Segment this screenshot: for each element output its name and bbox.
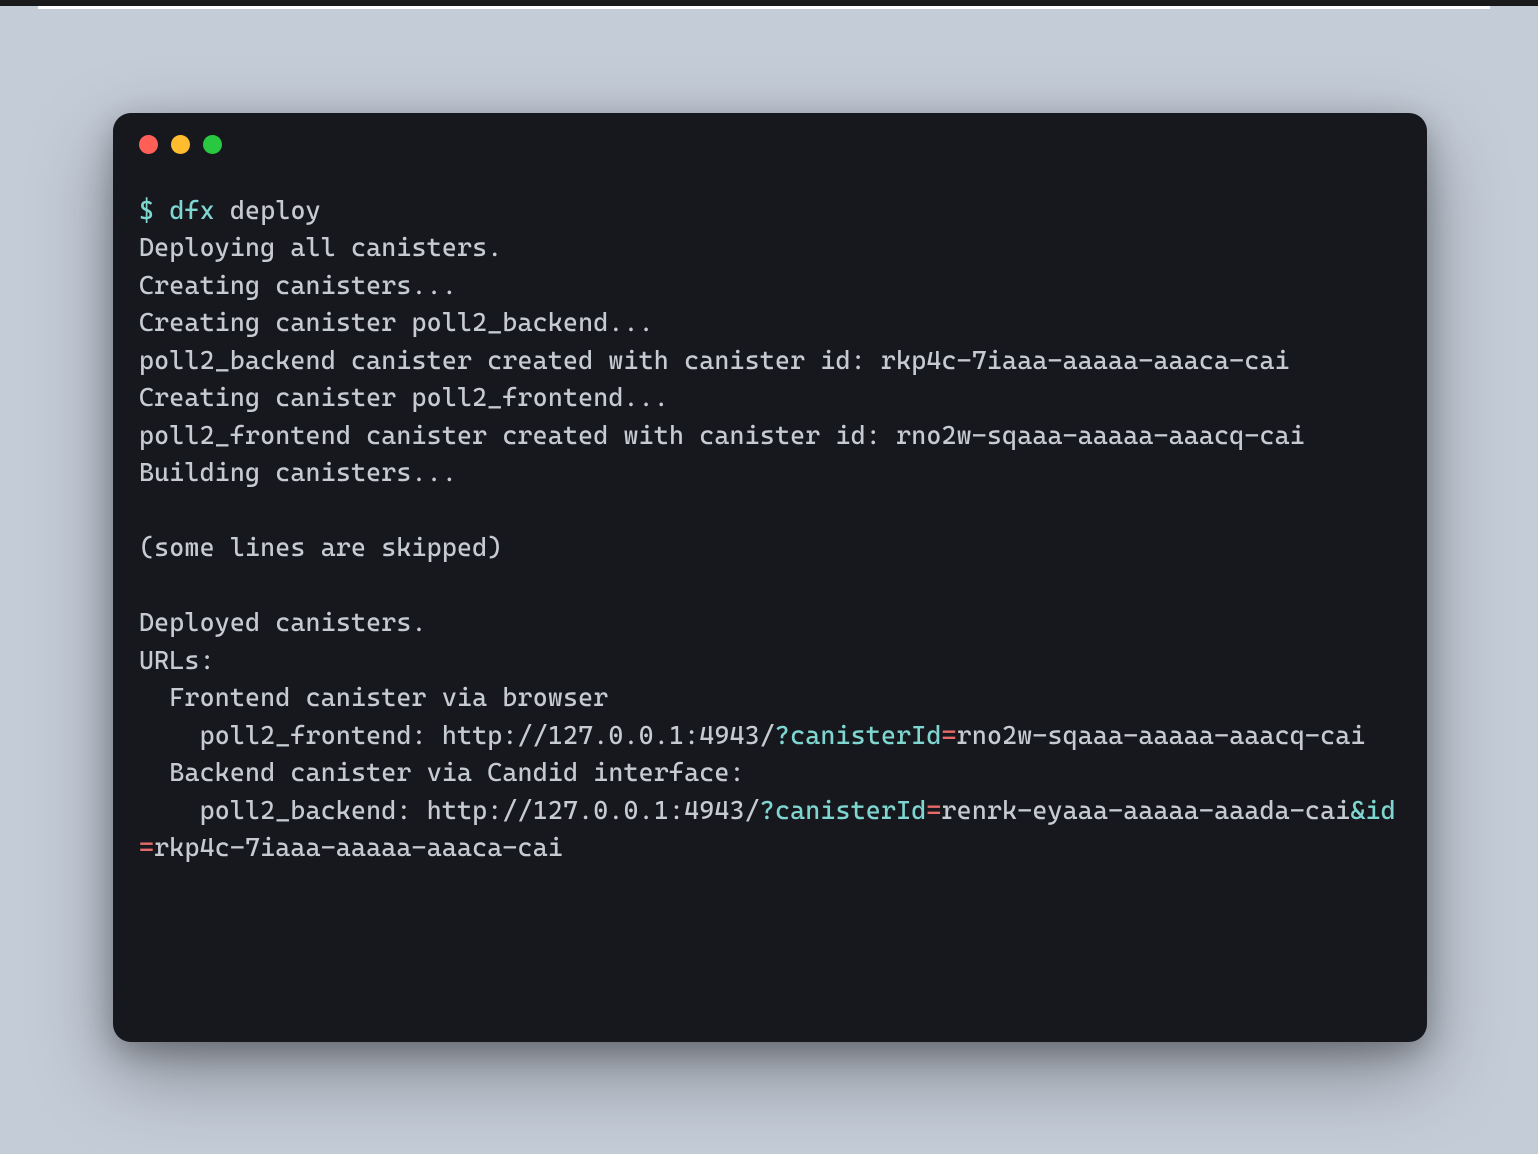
output-line: Creating canister poll2_backend... <box>139 307 654 337</box>
url-query-key: id <box>1366 795 1396 825</box>
output-line: Building canisters... <box>139 457 457 487</box>
url-prefix: poll2_backend: http://127.0.0.1:4943/ <box>139 795 760 825</box>
output-line: poll2_frontend canister created with can… <box>139 420 1305 450</box>
url-value: rkp4c-7iaaa-aaaaa-aaaca-cai <box>154 832 563 862</box>
url-prefix: poll2_frontend: http://127.0.0.1:4943/ <box>139 720 775 750</box>
output-line: Creating canisters... <box>139 270 457 300</box>
url-query-key: ?canisterId <box>775 720 942 750</box>
url-equals: = <box>926 795 941 825</box>
output-line: Backend canister via Candid interface: <box>139 757 745 787</box>
maximize-icon[interactable] <box>203 135 222 154</box>
url-query-key: ?canisterId <box>760 795 927 825</box>
output-line: (some lines are skipped) <box>139 532 502 562</box>
url-ampersand: & <box>1350 795 1365 825</box>
output-line: poll2_backend canister created with cani… <box>139 345 1290 375</box>
output-line: Deploying all canisters. <box>139 232 502 262</box>
page-top-divider <box>38 6 1490 9</box>
output-line: URLs: <box>139 645 215 675</box>
prompt-symbol: $ <box>139 195 154 225</box>
close-icon[interactable] <box>139 135 158 154</box>
command: dfx <box>169 195 214 225</box>
url-equals: = <box>139 832 154 862</box>
output-line: Deployed canisters. <box>139 607 427 637</box>
url-equals: = <box>942 720 957 750</box>
url-value: rno2w-sqaaa-aaaaa-aaacq-cai <box>957 720 1366 750</box>
minimize-icon[interactable] <box>171 135 190 154</box>
output-line: Frontend canister via browser <box>139 682 608 712</box>
url-value: renrk-eyaaa-aaaaa-aaada-cai <box>942 795 1351 825</box>
terminal-window: $ dfx deploy Deploying all canisters. Cr… <box>113 113 1427 1042</box>
terminal-output[interactable]: $ dfx deploy Deploying all canisters. Cr… <box>113 164 1427 897</box>
window-titlebar <box>113 113 1427 164</box>
output-line: Creating canister poll2_frontend... <box>139 382 669 412</box>
command-arg: deploy <box>230 195 321 225</box>
